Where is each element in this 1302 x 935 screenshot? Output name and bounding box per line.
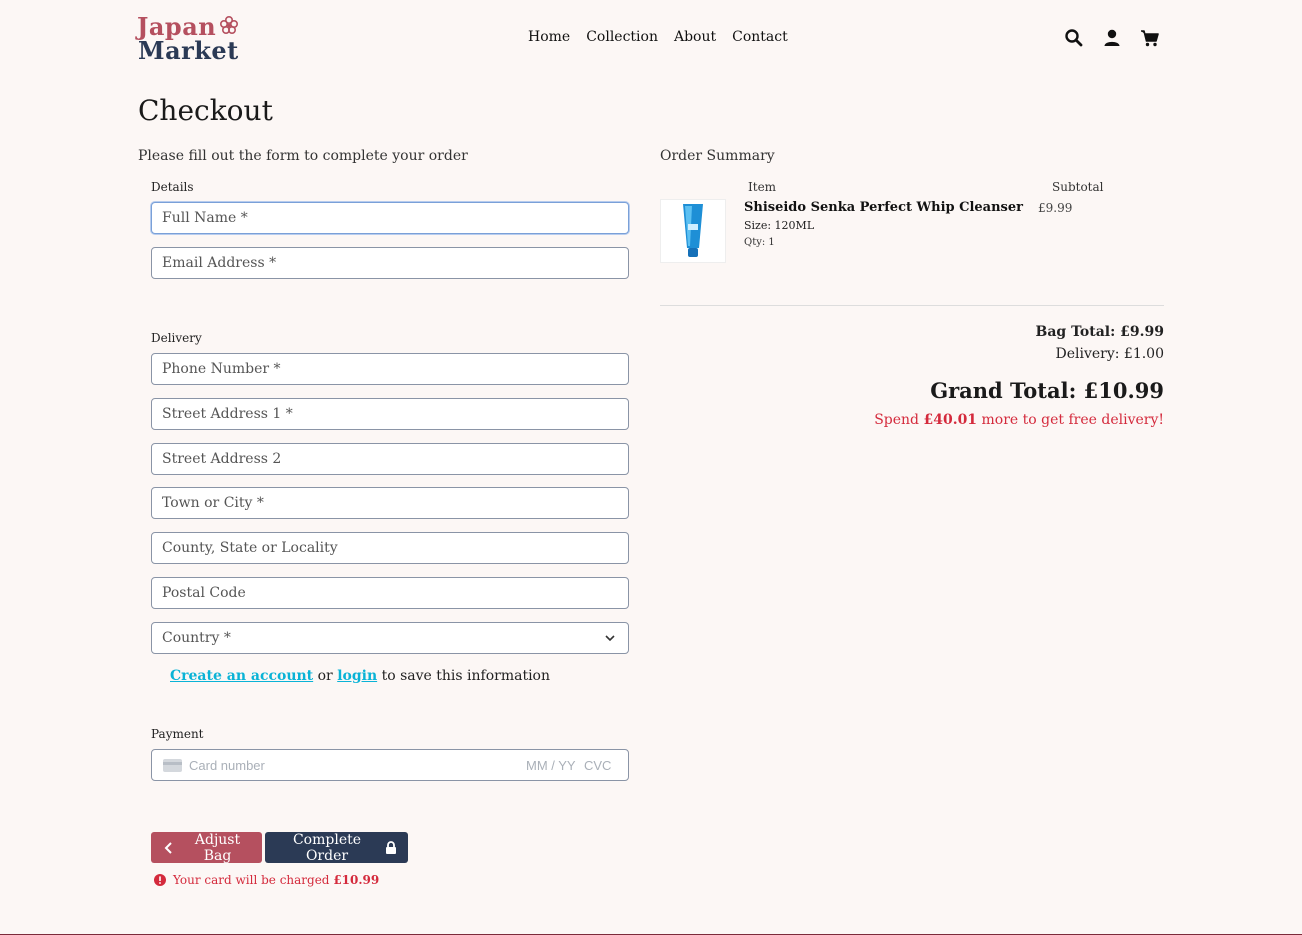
phone-input[interactable]: Phone Number * [151,353,629,385]
charge-notice-text: Your card will be charged [173,873,330,887]
adjust-bag-button[interactable]: Adjust Bag [151,831,262,864]
card-expiry-placeholder: MM / YY [526,758,576,773]
email-input[interactable]: Email Address * [151,247,629,279]
full-name-input[interactable]: Full Name * [151,202,629,234]
free-delivery-notice: Spend £40.01 more to get free delivery! [874,412,1164,428]
spend-amount: £40.01 [923,412,978,428]
nav-collection[interactable]: Collection [586,29,658,45]
account-prompt: Create an account or login to save this … [170,668,550,684]
alert-circle-icon [154,874,166,886]
charge-amount: £10.99 [333,873,380,887]
login-link[interactable]: login [337,668,377,684]
cleanser-tube-image [683,204,703,257]
street-address-1-input[interactable]: Street Address 1 * [151,398,629,430]
chevron-down-icon [605,635,615,642]
postal-code-input[interactable]: Postal Code [151,577,629,609]
main-nav: Home Collection About Contact [528,29,788,45]
country-select[interactable]: Country * [151,622,629,654]
chevron-left-icon [164,841,172,854]
complete-order-button[interactable]: Complete Order [265,831,408,864]
payment-section-label: Payment [151,727,204,741]
town-city-input[interactable]: Town or City * [151,487,629,519]
credit-card-icon [163,759,182,772]
product-thumbnail [660,199,726,263]
logo-text-market: Market [138,36,239,65]
adjust-bag-label: Adjust Bag [194,831,241,864]
country-select-value: Country * [162,630,231,646]
or-text: or [317,668,333,684]
complete-order-label: Complete Order [292,831,362,864]
delivery-cost: Delivery: £1.00 [1055,346,1164,362]
bag-total: Bag Total: £9.99 [1035,324,1164,340]
cart-icon[interactable] [1140,28,1160,48]
sakura-flower-icon [219,15,239,35]
create-account-link[interactable]: Create an account [170,668,313,684]
product-name: Shiseido Senka Perfect Whip Cleanser [744,200,1023,215]
product-subtotal: £9.99 [1038,201,1073,215]
nav-home[interactable]: Home [528,29,570,45]
item-column-header: Item [748,180,777,194]
card-number-placeholder: Card number [189,758,265,773]
card-number-input[interactable]: Card number MM / YY CVC [151,749,629,781]
county-input[interactable]: County, State or Locality [151,532,629,564]
product-quantity: Qty: 1 [744,237,775,248]
nav-contact[interactable]: Contact [732,29,788,45]
summary-divider [660,305,1164,306]
spend-prefix: Spend [874,412,920,428]
nav-about[interactable]: About [674,29,716,45]
page-title: Checkout [138,94,273,127]
product-size: Size: 120ML [744,219,815,232]
order-summary-title: Order Summary [660,148,775,164]
street-address-2-input[interactable]: Street Address 2 [151,443,629,475]
search-icon[interactable] [1064,28,1084,48]
details-section-label: Details [151,180,194,194]
form-intro: Please fill out the form to complete you… [138,148,468,164]
user-icon[interactable] [1102,28,1122,48]
header-icons [1064,28,1160,48]
grand-total: Grand Total: £10.99 [930,378,1164,403]
site-logo[interactable]: Japan Market [137,12,247,65]
card-cvc-placeholder: CVC [584,758,612,773]
delivery-section-label: Delivery [151,331,202,345]
lock-icon [386,840,396,854]
spend-suffix: more to get free delivery! [981,412,1164,428]
subtotal-column-header: Subtotal [1052,180,1104,194]
charge-notice: Your card will be charged £10.99 [154,873,379,887]
save-info-text: to save this information [381,668,550,684]
